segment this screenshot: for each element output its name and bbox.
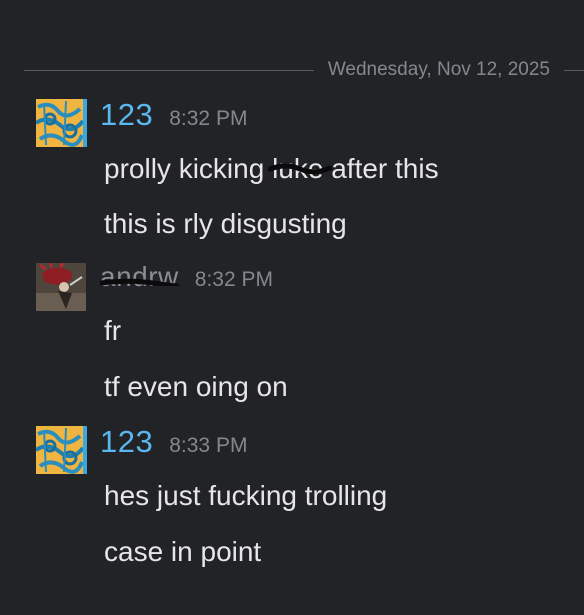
message-text: case in point	[104, 536, 262, 567]
avatar[interactable]	[36, 426, 87, 474]
message-header: 123 8:33 PM	[100, 424, 247, 460]
blue-gold-pattern-avatar-icon	[36, 99, 83, 147]
message-header: 123 8:32 PM	[100, 97, 247, 133]
message-text-after: after this	[323, 153, 439, 184]
message-text: prolly kicking luke after this	[104, 153, 439, 185]
scribbled-word: luke	[268, 153, 333, 185]
username-text: andrw	[100, 261, 179, 292]
date-divider: Wednesday, Nov 12, 2025	[24, 57, 584, 83]
avatar[interactable]	[36, 263, 86, 311]
timestamp: 8:32 PM	[194, 268, 273, 291]
message-text: this is rly disgusting	[104, 208, 347, 239]
divider-date: Wednesday, Nov 12, 2025	[327, 59, 550, 80]
divider-line-left	[24, 69, 314, 71]
username[interactable]: 123	[100, 424, 153, 460]
timestamp: 8:32 PM	[169, 107, 248, 130]
message-text: hes just fucking trolling	[104, 480, 388, 511]
scribble-icon	[268, 163, 333, 175]
username[interactable]: 123	[100, 97, 153, 133]
message-text: tf even oing on	[104, 371, 288, 402]
message-text: fr	[104, 315, 122, 346]
dark-red-figure-avatar-icon	[36, 263, 86, 311]
username[interactable]: andrw	[100, 261, 179, 293]
message-text-before: prolly kicking	[104, 153, 273, 184]
blue-gold-pattern-avatar-icon	[36, 426, 83, 474]
message-header: andrw 8:32 PM	[100, 261, 273, 293]
avatar[interactable]	[36, 99, 87, 147]
divider-line-right	[564, 69, 584, 71]
timestamp: 8:33 PM	[169, 434, 248, 457]
scribble-icon	[100, 278, 179, 286]
